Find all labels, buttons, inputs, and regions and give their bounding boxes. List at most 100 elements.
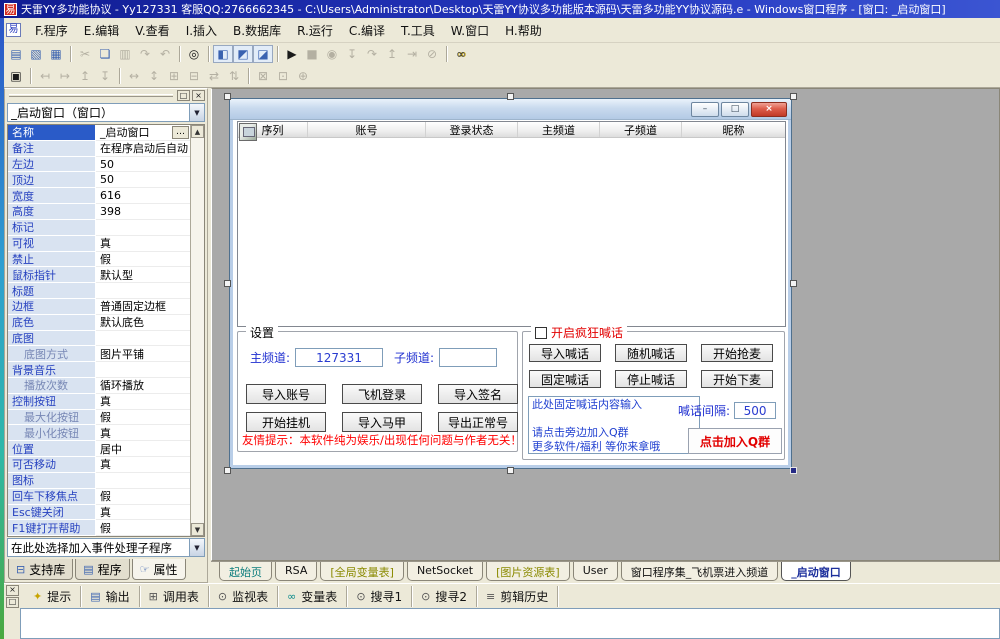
step-over-icon[interactable]: ↷ bbox=[362, 45, 382, 63]
fit-both-icon[interactable]: ⊕ bbox=[293, 67, 313, 85]
property-row-visible[interactable]: 可视 真 bbox=[8, 236, 190, 252]
panel-float-button[interactable]: □ bbox=[177, 90, 190, 101]
selection-handle-bottom-right[interactable] bbox=[790, 467, 797, 474]
import-puppet-button[interactable]: 导入马甲 bbox=[342, 412, 422, 432]
selection-handle-middle-left[interactable] bbox=[224, 280, 231, 287]
copy-icon[interactable]: ❏ bbox=[95, 45, 115, 63]
property-row-esc-close[interactable]: Esc键关闭 真 bbox=[8, 505, 190, 521]
import-shout-button[interactable]: 导入喊话 bbox=[529, 344, 601, 362]
split-top-icon[interactable]: ◩ bbox=[233, 45, 253, 63]
tab-user[interactable]: User bbox=[573, 562, 618, 581]
sub-channel-input[interactable] bbox=[439, 348, 497, 367]
column-main-channel[interactable]: 主频道 bbox=[518, 122, 600, 137]
new-document-icon[interactable]: ▤ bbox=[6, 45, 26, 63]
align-bottom-icon[interactable]: ↧ bbox=[95, 67, 115, 85]
property-row-tag[interactable]: 标记 bbox=[8, 220, 190, 236]
undo-icon[interactable]: ↶ bbox=[155, 45, 175, 63]
center-horizontal-icon[interactable]: ↔ bbox=[124, 67, 144, 85]
menu-item-view[interactable]: V.查看 bbox=[127, 20, 177, 41]
cut-icon[interactable]: ✂ bbox=[75, 45, 95, 63]
crazy-shout-checkbox[interactable] bbox=[535, 327, 547, 339]
shout-interval-input[interactable]: 500 bbox=[734, 402, 776, 419]
align-right-icon[interactable]: ↦ bbox=[55, 67, 75, 85]
property-row-top[interactable]: 顶边 50 bbox=[8, 172, 190, 188]
property-row-movable[interactable]: 可否移动 真 bbox=[8, 457, 190, 473]
property-row-cursor[interactable]: 鼠标指针 默认型 bbox=[8, 267, 190, 283]
tab-program[interactable]: ▤ 程序 bbox=[75, 559, 129, 580]
property-row-disabled[interactable]: 禁止 假 bbox=[8, 252, 190, 268]
column-account[interactable]: 账号 bbox=[308, 122, 426, 137]
property-row-f1-help[interactable]: F1键打开帮助 假 bbox=[8, 520, 190, 536]
help-binoculars-icon[interactable]: ∞ bbox=[451, 45, 471, 63]
menu-item-database[interactable]: B.数据库 bbox=[225, 20, 289, 41]
paste-icon[interactable]: ▥ bbox=[115, 45, 135, 63]
property-row-icon[interactable]: 图标 bbox=[8, 473, 190, 489]
tab-window-program-set[interactable]: 窗口程序集_飞机票进入频道 bbox=[621, 562, 779, 581]
form-minimize-button[interactable]: – bbox=[691, 102, 719, 117]
join-qq-group-button[interactable]: 点击加入Q群 bbox=[688, 428, 782, 454]
menu-item-window[interactable]: W.窗口 bbox=[443, 20, 497, 41]
redo-icon[interactable]: ↷ bbox=[135, 45, 155, 63]
start-grab-mic-button[interactable]: 开始抢麦 bbox=[701, 344, 773, 362]
tab-search-2[interactable]: ⊙ 搜寻2 bbox=[412, 586, 477, 607]
tab-tips[interactable]: ✦ 提示 bbox=[24, 586, 81, 607]
selection-handle-bottom-left[interactable] bbox=[224, 467, 231, 474]
property-scrollbar[interactable]: ▲ ▼ bbox=[190, 125, 204, 536]
export-normal-button[interactable]: 导出正常号 bbox=[438, 412, 518, 432]
property-row-enter-next[interactable]: 回车下移焦点 假 bbox=[8, 489, 190, 505]
property-row-height[interactable]: 高度 398 bbox=[8, 204, 190, 220]
tab-properties[interactable]: ☞ 属性 bbox=[132, 559, 186, 580]
child-window-icon[interactable]: 易 bbox=[6, 23, 21, 37]
output-float-button[interactable]: □ bbox=[6, 597, 19, 608]
scrollbar-track[interactable] bbox=[191, 138, 204, 523]
main-channel-input[interactable]: 127331 bbox=[295, 348, 383, 367]
tab-startup-window[interactable]: _启动窗口 bbox=[781, 562, 851, 581]
form-designer-canvas[interactable]: – □ × 序列 账号 登录状态 主频道 子频道 昵称 bbox=[211, 88, 1000, 561]
menu-item-program[interactable]: F.程序 bbox=[27, 20, 76, 41]
column-nickname[interactable]: 昵称 bbox=[682, 122, 785, 137]
menu-item-run[interactable]: R.运行 bbox=[289, 20, 341, 41]
tab-image-resources[interactable]: [图片资源表] bbox=[486, 562, 570, 581]
tab-call-table[interactable]: ⊞ 调用表 bbox=[140, 586, 209, 607]
property-row-play-count[interactable]: 播放次数 循环播放 bbox=[8, 378, 190, 394]
open-folder-icon[interactable]: ▧ bbox=[26, 45, 46, 63]
output-close-button[interactable]: × bbox=[6, 585, 19, 596]
property-row-border[interactable]: 边框 普通固定边框 bbox=[8, 299, 190, 315]
same-width-icon[interactable]: ⊞ bbox=[164, 67, 184, 85]
property-row-remark[interactable]: 备注 在程序启动后自动 bbox=[8, 141, 190, 157]
step-out-icon[interactable]: ↥ bbox=[382, 45, 402, 63]
form-grid-editor-icon[interactable]: ▣ bbox=[6, 67, 26, 85]
event-selector[interactable]: 在此处选择加入事件处理子程序 ▼ bbox=[7, 538, 205, 557]
property-row-maximize-button[interactable]: 最大化按钮 假 bbox=[8, 410, 190, 426]
plane-login-button[interactable]: 飞机登录 bbox=[342, 384, 422, 404]
run-icon[interactable]: ▶ bbox=[282, 45, 302, 63]
selection-handle-bottom-middle[interactable] bbox=[507, 467, 514, 474]
property-row-name[interactable]: 名称 _启动窗口… bbox=[8, 125, 190, 141]
property-value[interactable]: _启动窗口 bbox=[100, 125, 150, 140]
panel-grip[interactable] bbox=[9, 94, 173, 97]
form-close-button[interactable]: × bbox=[751, 102, 787, 117]
save-icon[interactable]: ▦ bbox=[46, 45, 66, 63]
designed-form-window[interactable]: – □ × 序列 账号 登录状态 主频道 子频道 昵称 bbox=[229, 98, 792, 469]
menu-item-edit[interactable]: E.编辑 bbox=[76, 20, 127, 41]
tab-start-page[interactable]: 起始页 bbox=[219, 562, 272, 581]
space-horizontal-icon[interactable]: ⇄ bbox=[204, 67, 224, 85]
tab-variable-table[interactable]: ∞ 变量表 bbox=[278, 586, 347, 607]
property-row-backcolor[interactable]: 底色 默认底色 bbox=[8, 315, 190, 331]
step-into-icon[interactable]: ↧ bbox=[342, 45, 362, 63]
fit-height-icon[interactable]: ⊡ bbox=[273, 67, 293, 85]
property-row-left[interactable]: 左边 50 bbox=[8, 157, 190, 173]
fixed-shout-textbox[interactable]: 此处固定喊话内容输入 请点击旁边加入Q群 更多软件/福利 等你来拿哦 bbox=[528, 396, 700, 454]
run-to-cursor-icon[interactable]: ⇥ bbox=[402, 45, 422, 63]
property-row-control-buttons[interactable]: 控制按钮 真 bbox=[8, 394, 190, 410]
tab-search-1[interactable]: ⊙ 搜寻1 bbox=[347, 586, 412, 607]
tab-output[interactable]: ▤ 输出 bbox=[81, 586, 139, 607]
fit-width-icon[interactable]: ⊠ bbox=[253, 67, 273, 85]
breakpoint-icon[interactable]: ◉ bbox=[322, 45, 342, 63]
tab-rsa[interactable]: RSA bbox=[275, 562, 317, 581]
tab-global-variables[interactable]: [全局变量表] bbox=[320, 562, 404, 581]
menu-item-insert[interactable]: I.插入 bbox=[178, 20, 225, 41]
property-row-width[interactable]: 宽度 616 bbox=[8, 188, 190, 204]
selection-handle-top-right[interactable] bbox=[790, 93, 797, 100]
fixed-shout-button[interactable]: 固定喊话 bbox=[529, 370, 601, 388]
